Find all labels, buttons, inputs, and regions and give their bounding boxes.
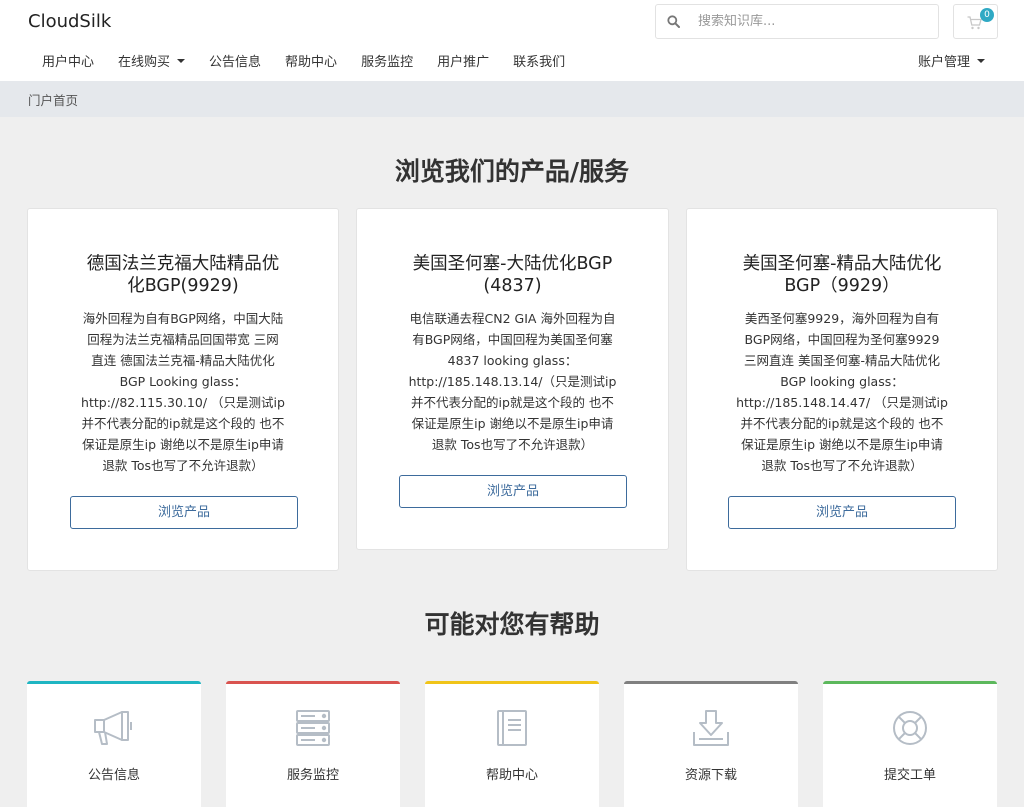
nav-buy-online[interactable]: 在线购买: [106, 49, 197, 79]
search-input[interactable]: [698, 14, 928, 29]
help-card-label: 服务监控: [286, 768, 339, 783]
product-card: 德国法兰克福大陆精品优 化BGP(9929) 海外回程为自有BGP网络，中国大陆…: [27, 208, 339, 571]
browse-products-button[interactable]: 浏览产品: [728, 496, 956, 529]
product-card: 美国圣何塞-大陆优化BGP (4837) 电信联通去程CN2 GIA 海外回程为…: [356, 208, 669, 550]
megaphone-icon: [27, 708, 201, 748]
browse-products-button[interactable]: 浏览产品: [70, 496, 298, 529]
nav-buy-online-label: 在线购买: [118, 55, 171, 70]
nav-service-monitor[interactable]: 服务监控: [349, 49, 425, 79]
nav-contact[interactable]: 联系我们: [501, 49, 577, 79]
help-card-announcements[interactable]: 公告信息: [27, 681, 201, 807]
cart-count-badge: 0: [980, 8, 994, 22]
help-heading: 可能对您有帮助: [424, 610, 600, 639]
products-heading: 浏览我们的产品/服务: [394, 157, 630, 186]
nav-announcements[interactable]: 公告信息: [197, 49, 273, 79]
breadcrumb: 门户首页: [0, 81, 1024, 117]
browse-products-button[interactable]: 浏览产品: [399, 475, 627, 508]
nav-help-center[interactable]: 帮助中心: [273, 49, 349, 79]
cart-button[interactable]: 0: [953, 4, 998, 39]
product-description: 美西圣何塞9929，海外回程为自有 BGP网络，中国回程为圣何塞9929 三网直…: [736, 311, 948, 473]
top-header: CloudSilk 0 用户中心 在线购买 公告信息 帮助中心 服务监控 用户推…: [0, 0, 1024, 81]
book-icon: [425, 708, 599, 748]
product-title: 德国法兰克福大陆精品优 化BGP(9929): [86, 254, 280, 296]
help-card-downloads[interactable]: 资源下载: [624, 681, 798, 807]
help-card-help-center[interactable]: 帮助中心: [425, 681, 599, 807]
search-icon: [656, 15, 690, 28]
nav-affiliates[interactable]: 用户推广: [425, 49, 501, 79]
breadcrumb-home[interactable]: 门户首页: [28, 90, 78, 109]
knowledgebase-search[interactable]: [655, 4, 939, 39]
help-card-label: 资源下载: [684, 768, 737, 783]
chevron-down-icon: [177, 59, 186, 63]
help-card-label: 提交工单: [883, 768, 936, 783]
download-icon: [624, 708, 798, 748]
help-card-submit-ticket[interactable]: 提交工单: [823, 681, 997, 807]
product-description: 电信联通去程CN2 GIA 海外回程为自 有BGP网络，中国回程为美国圣何塞 4…: [408, 311, 617, 452]
main-nav: 用户中心 在线购买 公告信息 帮助中心 服务监控 用户推广 联系我们: [30, 49, 577, 79]
chevron-down-icon: [977, 59, 986, 63]
nav-user-center[interactable]: 用户中心: [30, 49, 106, 79]
help-card-label: 帮助中心: [485, 768, 538, 783]
server-icon: [226, 708, 400, 748]
product-title: 美国圣何塞-精品大陆优化 BGP（9929）: [742, 254, 942, 296]
product-description: 海外回程为自有BGP网络，中国大陆 回程为法兰克福精品回国带宽 三网 直连 德国…: [81, 311, 285, 473]
account-menu[interactable]: 账户管理: [906, 49, 997, 77]
product-title: 美国圣何塞-大陆优化BGP (4837): [412, 254, 613, 296]
help-card-label: 公告信息: [87, 768, 140, 783]
site-logo[interactable]: CloudSilk: [28, 11, 111, 32]
lifebuoy-icon: [823, 708, 997, 748]
account-menu-label: 账户管理: [918, 55, 971, 70]
help-card-service-monitor[interactable]: 服务监控: [226, 681, 400, 807]
product-card: 美国圣何塞-精品大陆优化 BGP（9929） 美西圣何塞9929，海外回程为自有…: [686, 208, 998, 571]
